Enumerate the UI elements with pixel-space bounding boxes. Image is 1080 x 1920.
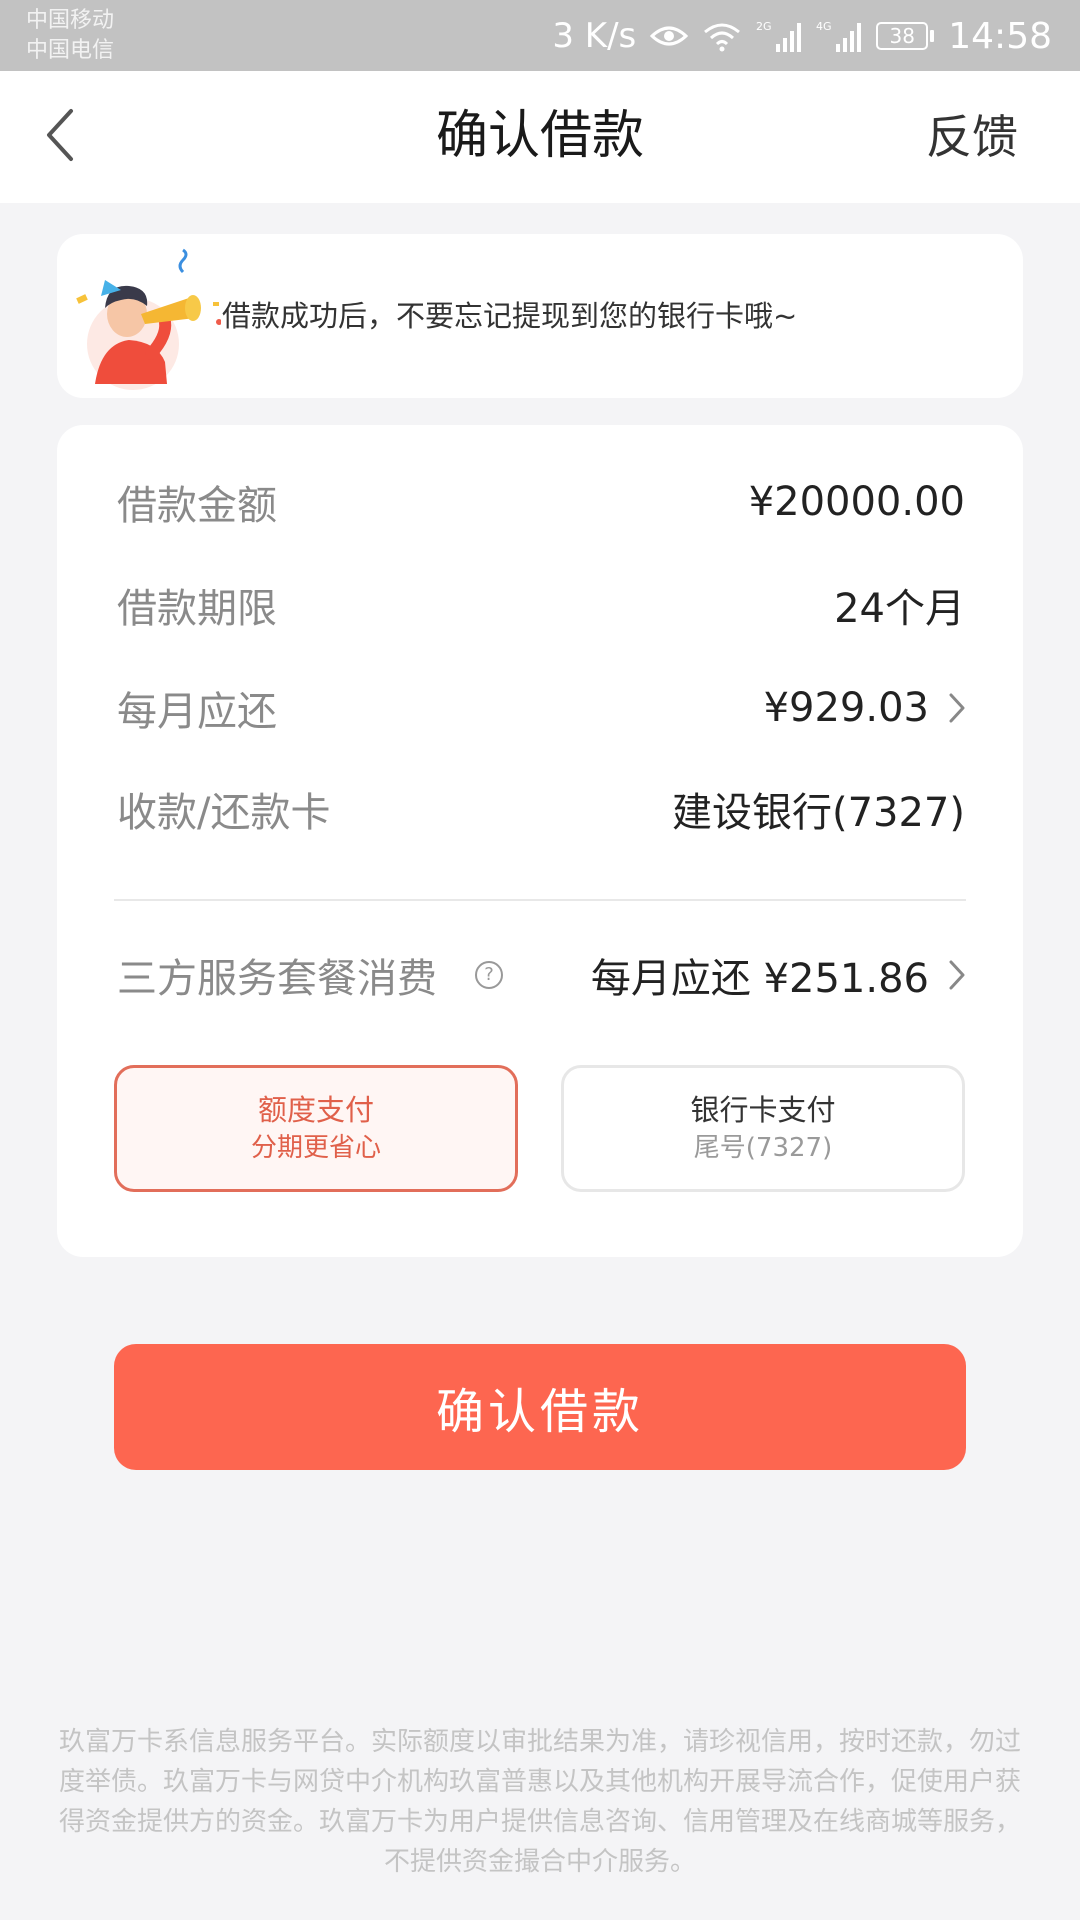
carrier-info: 中国移动 中国电信 <box>26 6 114 66</box>
notice-text: 借款成功后，不要忘记提现到您的银行卡哦~ <box>222 299 798 333</box>
loan-detail-card: 借款金额 ¥20000.00 借款期限 24个月 每月应还 ¥929.03 收款… <box>57 425 1023 1257</box>
card-label: 收款/还款卡 <box>117 790 331 836</box>
card-value: 建设银行(7327) <box>671 790 965 836</box>
clock: 14:58 <box>948 15 1052 57</box>
divider <box>114 899 966 901</box>
service-package-row[interactable]: 三方服务套餐消费 ? 每月应还 ¥251.86 <box>117 945 967 1005</box>
battery-level: 38 <box>876 22 929 50</box>
status-bar: 中国移动 中国电信 3 K/s 2G 4G 38 14:58 <box>0 0 1080 71</box>
nav-bar: 确认借款 反馈 <box>0 71 1080 203</box>
bank-card-payment-option[interactable]: 银行卡支付 尾号(7327) <box>561 1065 965 1192</box>
loan-term-value: 24个月 <box>834 586 965 632</box>
battery-icon: 38 <box>876 22 935 50</box>
carrier-2: 中国电信 <box>26 38 115 63</box>
status-right: 3 K/s 2G 4G 38 14:58 <box>552 14 1052 58</box>
help-icon[interactable]: ? <box>475 961 503 989</box>
service-package-label: 三方服务套餐消费 <box>117 956 437 1002</box>
eye-icon <box>650 22 689 50</box>
monthly-repayment-row[interactable]: 每月应还 ¥929.03 <box>117 678 967 738</box>
wifi-icon <box>702 20 742 52</box>
loan-term-label: 借款期限 <box>117 586 277 632</box>
network-speed: 3 K/s <box>552 16 637 56</box>
signal-1-label: 2G <box>756 20 772 33</box>
screen: 中国移动 中国电信 3 K/s 2G 4G 38 14:58 确认借款 反馈 借… <box>0 0 1080 1920</box>
monthly-repayment-label: 每月应还 <box>117 689 277 735</box>
monthly-repayment-value: ¥929.03 <box>763 685 929 731</box>
loan-amount-row: 借款金额 ¥20000.00 <box>117 472 965 532</box>
quota-payment-subtitle: 分期更省心 <box>250 1132 381 1163</box>
disclaimer-text: 玖富万卡系信息服务平台。实际额度以审批结果为准，请珍视信用，按时还款，勿过度举债… <box>58 1727 1021 1877</box>
page-title: 确认借款 <box>435 106 644 166</box>
chevron-right-icon <box>947 691 967 725</box>
card-row: 收款/还款卡 建设银行(7327) <box>117 779 965 839</box>
signal-icon-2: 4G <box>816 18 862 54</box>
quota-payment-option[interactable]: 额度支付 分期更省心 <box>114 1065 518 1192</box>
feedback-link[interactable]: 反馈 <box>926 105 1018 169</box>
notice-card: 借款成功后，不要忘记提现到您的银行卡哦~ <box>57 234 1023 398</box>
loan-term-row: 借款期限 24个月 <box>117 575 965 635</box>
signal-2-label: 4G <box>816 20 832 33</box>
confirm-loan-button[interactable]: 确认借款 <box>114 1344 966 1470</box>
bank-card-payment-title: 银行卡支付 <box>690 1092 836 1127</box>
loan-amount-value: ¥20000.00 <box>748 479 965 525</box>
service-package-value: 每月应还 ¥251.86 <box>590 956 929 1002</box>
chevron-right-icon <box>947 958 967 992</box>
bank-card-payment-subtitle: 尾号(7327) <box>693 1132 833 1163</box>
carrier-1: 中国移动 <box>26 8 115 33</box>
mascot-trumpet-illustration <box>71 244 222 390</box>
quota-payment-title: 额度支付 <box>257 1092 374 1127</box>
loan-amount-label: 借款金额 <box>117 483 277 529</box>
signal-icon-1: 2G <box>756 18 802 54</box>
